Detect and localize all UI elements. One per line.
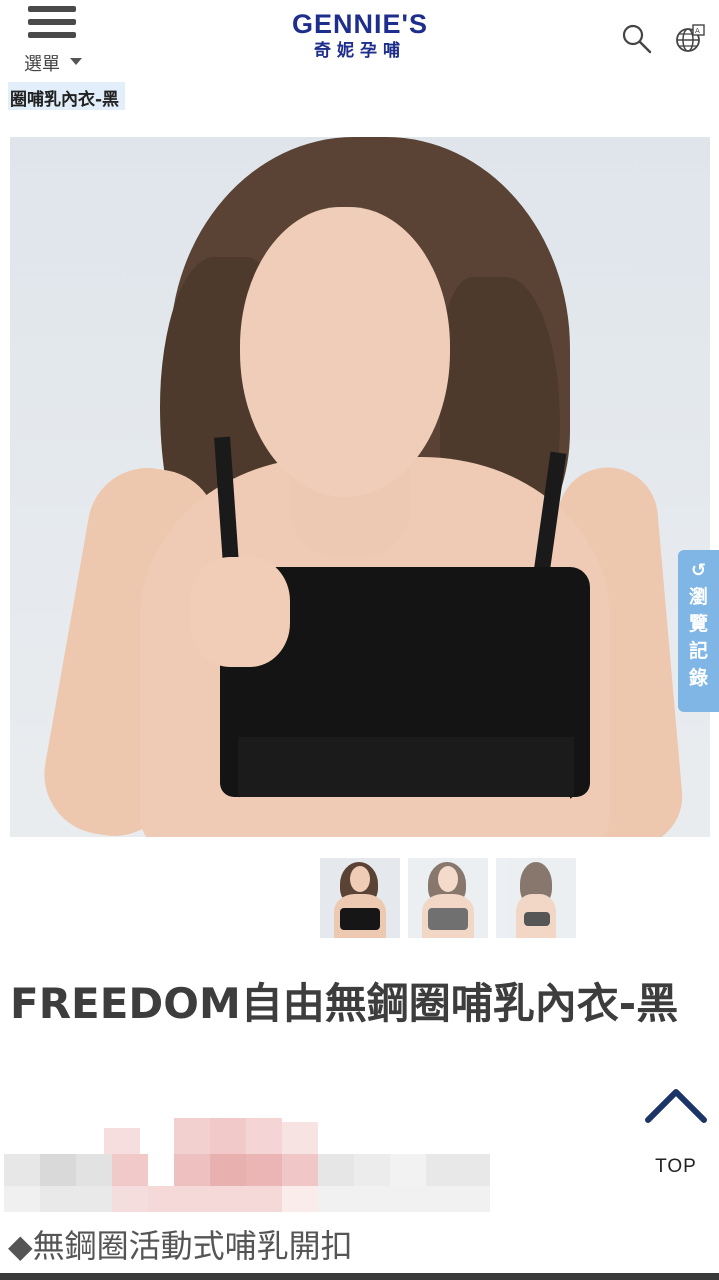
- product-title: FREEDOM自由無鋼圈哺乳內衣-黑: [10, 979, 679, 1028]
- caret-down-icon: [70, 58, 82, 65]
- svg-text:A: A: [695, 27, 700, 35]
- brand-logo[interactable]: GENNIE'S 奇妮孕哺: [270, 8, 450, 68]
- menu-label: 選單: [24, 54, 60, 75]
- feature-bullet: ◆無鋼圈活動式哺乳開扣: [8, 1227, 353, 1265]
- thumbnail-front-alt[interactable]: [408, 858, 488, 938]
- search-button[interactable]: [620, 22, 654, 56]
- language-button[interactable]: A: [672, 22, 706, 56]
- thumbnail-front[interactable]: [320, 858, 400, 938]
- thumbnail-back[interactable]: [496, 858, 576, 938]
- chevron-up-icon: [645, 1089, 707, 1123]
- header: 選單 GENNIE'S 奇妮孕哺 A: [0, 0, 719, 78]
- globe-icon: A: [676, 24, 705, 52]
- bottom-bar: [0, 1273, 719, 1280]
- back-to-top-button[interactable]: TOP: [640, 1080, 712, 1180]
- history-icon: ↺: [690, 560, 707, 581]
- history-label: 瀏覽記錄: [688, 586, 708, 689]
- logo-text-en: GENNIE'S: [292, 9, 428, 39]
- menu-button[interactable]: 選單: [22, 4, 84, 75]
- breadcrumb[interactable]: 圈哺乳內衣-黑: [8, 82, 126, 110]
- search-icon: [622, 24, 652, 54]
- hamburger-icon: [28, 6, 76, 46]
- top-label: TOP: [655, 1156, 697, 1177]
- price-redacted: [4, 1118, 494, 1216]
- logo-text-zh: 奇妮孕哺: [314, 41, 406, 61]
- product-main-image[interactable]: [10, 137, 710, 837]
- browsing-history-tab[interactable]: ↺ 瀏覽記錄: [678, 550, 719, 712]
